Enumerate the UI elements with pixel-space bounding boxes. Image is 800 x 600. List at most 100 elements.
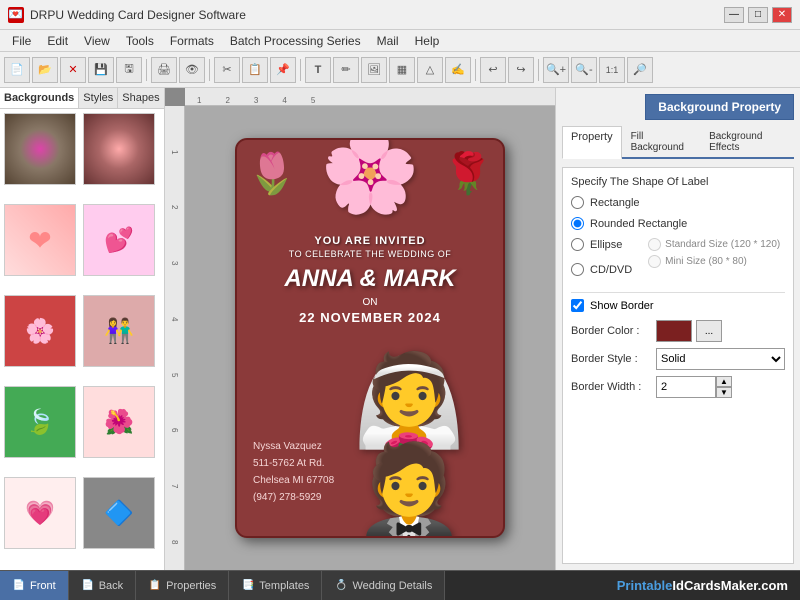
tab-templates[interactable]: 📑 Templates	[229, 571, 322, 600]
bg-property-btn[interactable]: Background Property	[645, 94, 794, 120]
canvas-area[interactable]: 1 2 3 4 5 1 2 3 4 5 6 7 8 🌸 🌷 🌹	[165, 88, 555, 570]
bg-thumb-8[interactable]: 🌺	[83, 386, 155, 458]
radio-rectangle[interactable]	[571, 196, 584, 209]
tab-properties[interactable]: 📋 Properties	[136, 571, 229, 600]
undo-btn[interactable]: ↩	[480, 57, 506, 83]
paste-btn[interactable]: 📌	[270, 57, 296, 83]
radio-rectangle-row: Rectangle	[571, 196, 785, 209]
menu-tools[interactable]: Tools	[118, 32, 162, 50]
tab-front[interactable]: 📄 Front	[0, 571, 69, 600]
spin-down-btn[interactable]: ▼	[716, 387, 732, 398]
zoom-fit-btn[interactable]: 1:1	[599, 57, 625, 83]
tab-background-effects[interactable]: Background Effects	[700, 126, 794, 157]
border-style-label: Border Style :	[571, 353, 656, 365]
text-btn[interactable]: T	[305, 57, 331, 83]
tab-property[interactable]: Property	[562, 126, 622, 159]
barcode-btn[interactable]: ▦	[389, 57, 415, 83]
save-as-btn[interactable]: 🖫	[116, 57, 142, 83]
copy-btn[interactable]: 📋	[242, 57, 268, 83]
bg-thumb-3[interactable]: ❤	[4, 204, 76, 276]
menu-view[interactable]: View	[76, 32, 118, 50]
menu-file[interactable]: File	[4, 32, 39, 50]
sep2	[209, 59, 210, 81]
zoom-magnify-btn[interactable]: 🔎	[627, 57, 653, 83]
wedding-card: 🌸 🌷 🌹 YOU ARE INVITED TO CELEBRATE THE W…	[235, 138, 505, 538]
templates-icon: 📑	[241, 579, 255, 593]
watermark-rest: IdCardsMaker.com	[672, 578, 788, 593]
tab-properties-label: Properties	[166, 580, 216, 592]
open-btn[interactable]: 📂	[32, 57, 58, 83]
radio-mini-size	[648, 255, 661, 268]
ruler-left: 1 2 3 4 5 6 7 8	[165, 106, 185, 570]
menu-mail[interactable]: Mail	[369, 32, 407, 50]
sep1	[146, 59, 147, 81]
image-btn[interactable]: 🖼	[361, 57, 387, 83]
bg-thumb-1[interactable]	[4, 113, 76, 185]
border-style-select[interactable]: Solid Dashed Dotted	[656, 348, 785, 370]
zoom-in-btn[interactable]: 🔍+	[543, 57, 569, 83]
bg-thumb-6[interactable]: 👫	[83, 295, 155, 367]
tab-shapes[interactable]: Shapes	[118, 88, 164, 108]
delete-btn[interactable]: ✕	[60, 57, 86, 83]
close-btn[interactable]: ✕	[772, 7, 792, 23]
spin-up-btn[interactable]: ▲	[716, 376, 732, 387]
bg-thumb-7[interactable]: 🍃	[4, 386, 76, 458]
preview-btn[interactable]: 👁	[179, 57, 205, 83]
radio-cddvd[interactable]	[571, 263, 584, 276]
border-style-row: Border Style : Solid Dashed Dotted	[571, 348, 785, 370]
border-color-browse-btn[interactable]: ...	[696, 320, 722, 342]
signature-btn[interactable]: ✍	[445, 57, 471, 83]
tab-styles[interactable]: Styles	[79, 88, 118, 108]
card-date: 22 NOVEMBER 2024	[237, 310, 503, 325]
card-invited-line1: YOU ARE INVITED	[237, 235, 503, 247]
front-icon: 📄	[12, 579, 26, 593]
print-btn[interactable]: 🖨	[151, 57, 177, 83]
cut-btn[interactable]: ✂	[214, 57, 240, 83]
menu-help[interactable]: Help	[407, 32, 448, 50]
size-standard: Standard Size (120 * 120)	[648, 238, 780, 251]
left-panel: Backgrounds Styles Shapes ❤ 💕 🌸 👫 🍃 🌺 💗 …	[0, 88, 165, 570]
zoom-out-btn[interactable]: 🔍-	[571, 57, 597, 83]
show-border-checkbox[interactable]	[571, 299, 584, 312]
bg-thumb-2[interactable]	[83, 113, 155, 185]
menu-bar: File Edit View Tools Formats Batch Proce…	[0, 30, 800, 52]
bg-thumb-4[interactable]: 💕	[83, 204, 155, 276]
property-tabs: Property Fill Background Background Effe…	[562, 126, 794, 159]
border-width-input-area: 2 ▲ ▼	[656, 376, 732, 398]
card-contact: Nyssa Vazquez 511-5762 At Rd. Chelsea MI…	[253, 438, 334, 506]
draw-btn[interactable]: ✏	[333, 57, 359, 83]
radio-ellipse[interactable]	[571, 238, 584, 251]
redo-btn[interactable]: ↪	[508, 57, 534, 83]
menu-edit[interactable]: Edit	[39, 32, 76, 50]
minimize-btn[interactable]: —	[724, 7, 744, 23]
canvas-content: 🌸 🌷 🌹 YOU ARE INVITED TO CELEBRATE THE W…	[185, 106, 555, 570]
card-text: YOU ARE INVITED TO CELEBRATE THE WEDDING…	[237, 235, 503, 325]
radio-cd-row: CD/DVD	[571, 263, 632, 276]
radio-rounded[interactable]	[571, 217, 584, 230]
tab-back[interactable]: 📄 Back	[69, 571, 136, 600]
bg-thumb-5[interactable]: 🌸	[4, 295, 76, 367]
shape-btn[interactable]: △	[417, 57, 443, 83]
border-color-swatch[interactable]	[656, 320, 692, 342]
show-border-label: Show Border	[590, 300, 654, 312]
bottom-bar: 📄 Front 📄 Back 📋 Properties 📑 Templates …	[0, 570, 800, 600]
menu-batch[interactable]: Batch Processing Series	[222, 32, 369, 50]
contact-addr2: Chelsea MI 67708	[253, 472, 334, 489]
properties-icon: 📋	[148, 579, 162, 593]
border-width-input[interactable]: 2	[656, 376, 716, 398]
bg-thumb-9[interactable]: 💗	[4, 477, 76, 549]
menu-formats[interactable]: Formats	[162, 32, 222, 50]
maximize-btn[interactable]: □	[748, 7, 768, 23]
save-btn[interactable]: 💾	[88, 57, 114, 83]
new-btn[interactable]: 📄	[4, 57, 30, 83]
tab-backgrounds[interactable]: Backgrounds	[0, 88, 79, 108]
tab-templates-label: Templates	[259, 580, 309, 592]
flower-left: 🌷	[247, 150, 297, 197]
tab-wedding-details[interactable]: 💍 Wedding Details	[322, 571, 445, 600]
bg-thumb-10[interactable]: 🔷	[83, 477, 155, 549]
border-color-row: Border Color : ...	[571, 320, 785, 342]
flower-decoration: 🌸	[320, 138, 420, 212]
watermark: PrintableIdCardsMaker.com	[617, 571, 800, 600]
tab-fill-background[interactable]: Fill Background	[622, 126, 700, 157]
background-grid: ❤ 💕 🌸 👫 🍃 🌺 💗 🔷	[0, 109, 164, 570]
